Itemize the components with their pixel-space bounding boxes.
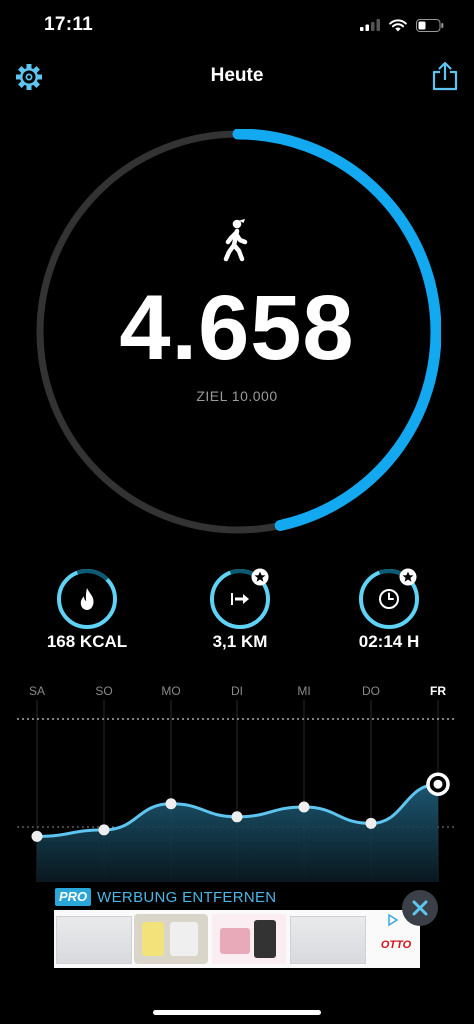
duration-label: 02:14 H [358,632,420,651]
day-point[interactable] [98,824,110,836]
share-button[interactable] [430,60,460,92]
calories-metric[interactable] [55,567,119,636]
calories-label: 168 KCAL [46,632,128,651]
premium-badge-icon [399,568,417,586]
day-label-so: SO [95,684,113,698]
day-label-mo: MO [161,684,181,698]
distance-arrow-icon [231,593,249,605]
ad-banner[interactable]: OTTO [54,910,420,968]
flame-icon [80,588,94,610]
ad-brand: OTTO [380,939,412,951]
weekly-steps-chart [17,700,457,882]
day-label-fr: FR [430,684,446,698]
steps-goal: ZIEL 10.000 [196,388,278,404]
adchoices-icon[interactable] [386,913,400,927]
walking-person-icon [223,219,248,262]
day-label-mi: MI [297,684,311,698]
ad-product-image [212,914,286,964]
calories-ring [57,569,117,629]
battery-icon [416,18,444,32]
ad-product-image [56,916,132,964]
day-point[interactable] [231,811,243,823]
day-label-di: DI [231,684,243,698]
day-point[interactable] [165,798,177,810]
distance-label: 3,1 KM [212,632,268,651]
ad-product-image [290,916,366,964]
close-ad-button[interactable] [402,890,438,926]
page-title: Heute [210,65,264,86]
home-indicator [153,1010,321,1015]
ad-product-image [134,914,208,964]
selected-day-point-center [433,779,443,789]
day-label-do: DO [362,684,380,698]
share-icon [432,61,458,91]
day-point[interactable] [298,801,310,813]
day-label-sa: SA [28,684,45,698]
close-icon [412,900,428,916]
remove-ads-link[interactable]: PRO WERBUNG ENTFERNEN [55,887,276,907]
clock-icon [379,589,399,609]
status-icons [360,14,444,36]
pro-badge: PRO [55,888,92,906]
steps-count: 4.658 [119,277,355,379]
wifi-icon [389,18,407,31]
signal-icon [360,19,380,31]
day-point[interactable] [365,817,377,829]
day-point[interactable] [31,830,43,842]
status-time: 17:11 [44,14,94,35]
premium-badge-icon [251,568,269,586]
remove-ads-label: WERBUNG ENTFERNEN [97,888,277,906]
